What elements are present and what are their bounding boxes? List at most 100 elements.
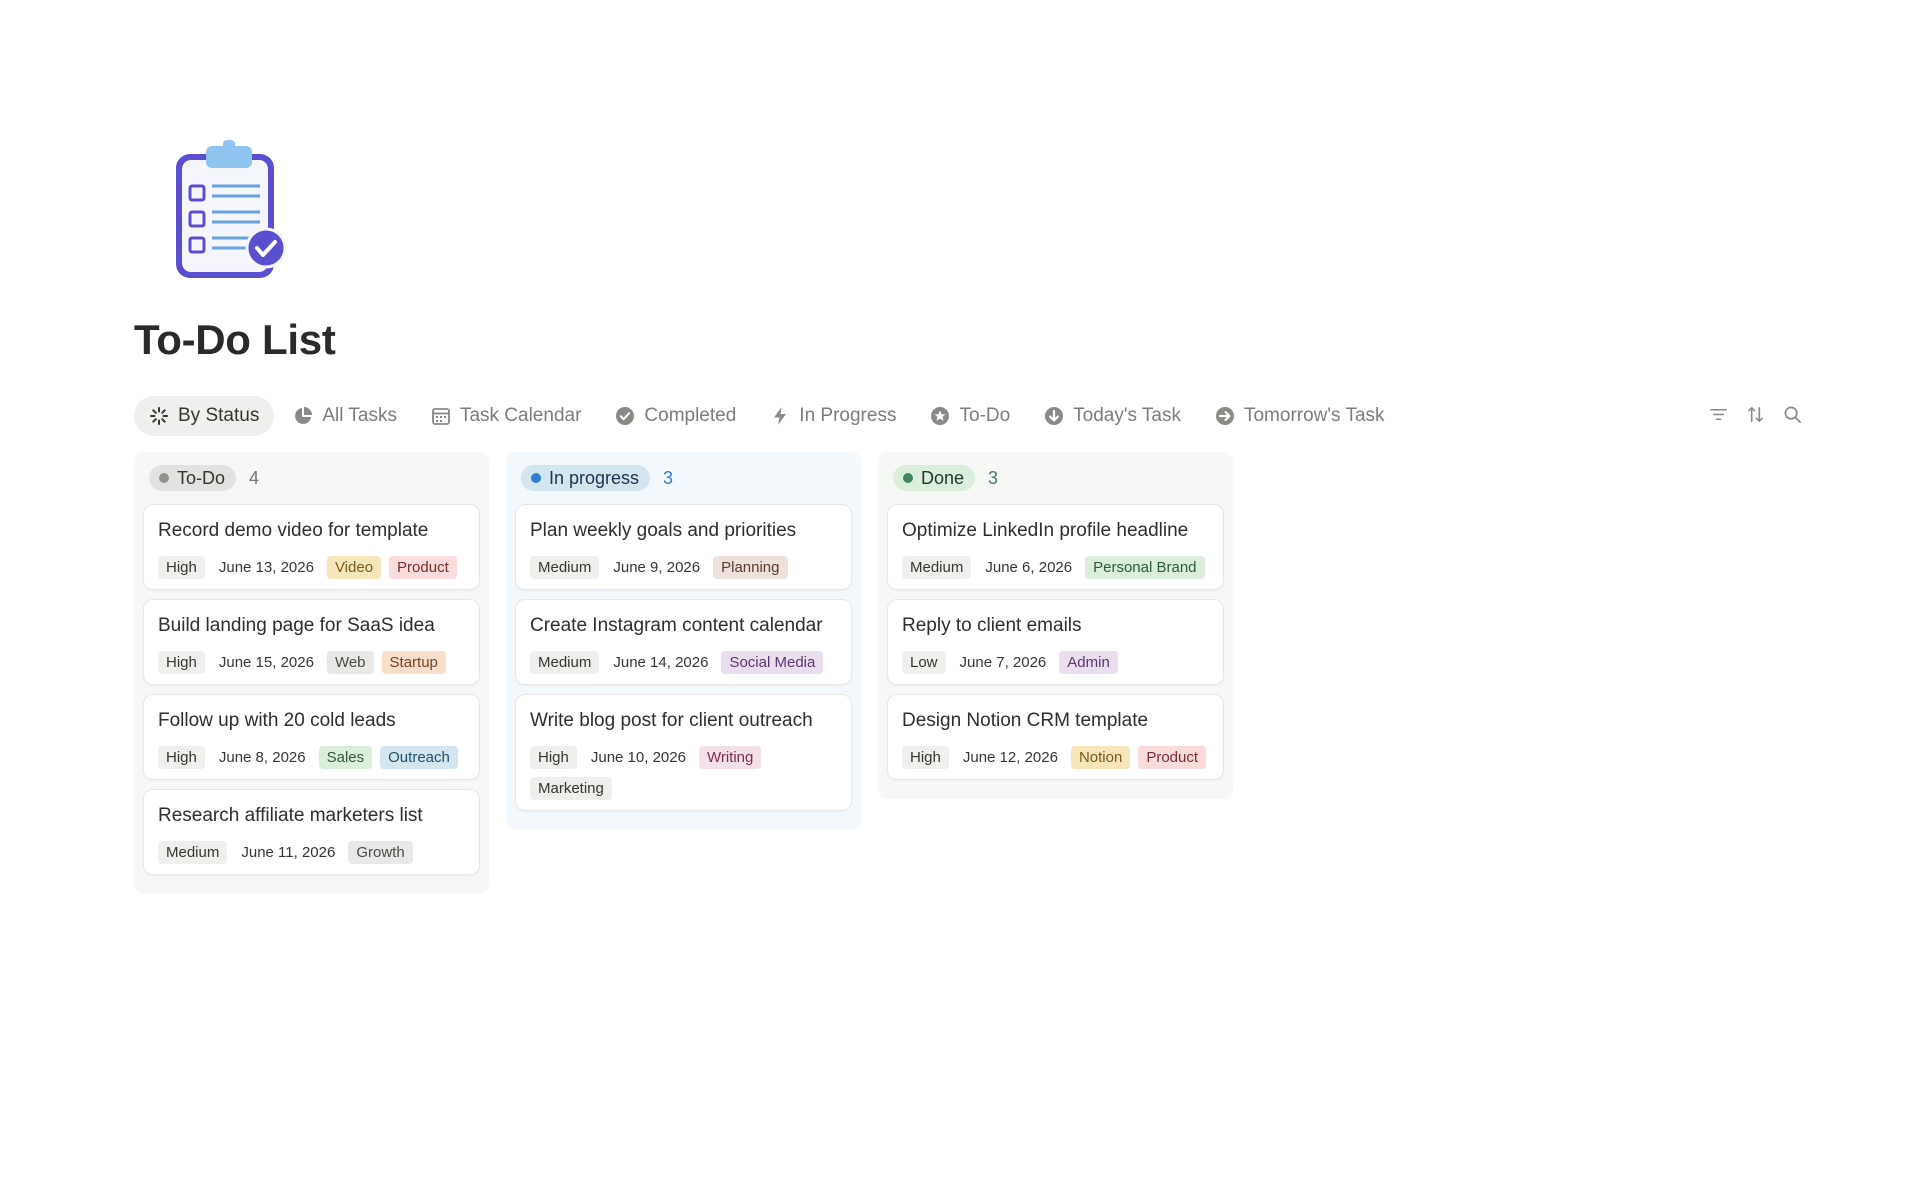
- calendar-icon: [432, 408, 450, 425]
- lightning-bolt-icon: [774, 407, 787, 425]
- tab-task-calendar[interactable]: Task Calendar: [416, 396, 596, 436]
- sort-icon[interactable]: [1746, 405, 1765, 424]
- status-dot: [159, 473, 169, 483]
- tag-badge: Marketing: [530, 777, 612, 800]
- card-list: Record demo video for template High June 1…: [143, 504, 480, 875]
- column-count: 3: [988, 467, 999, 488]
- priority-badge: Medium: [158, 841, 228, 864]
- column-title: In progress: [549, 467, 640, 488]
- tag-badge: Product: [1138, 746, 1207, 769]
- arrow-down-circle-icon: [1045, 407, 1064, 425]
- tag-badge: Startup: [381, 651, 446, 674]
- tag-badge: Sales: [318, 746, 373, 769]
- tag-badge: Outreach: [380, 746, 458, 769]
- task-title: Write blog post for client outreach: [530, 710, 813, 731]
- view-tools: [1709, 405, 1802, 424]
- task-properties: High June 10, 2026 Writing Marketing: [530, 746, 837, 800]
- loading-spinner-icon: [150, 407, 168, 425]
- status-badge[interactable]: Done: [893, 465, 976, 491]
- task-properties: High June 13, 2026 Video Product: [158, 556, 465, 579]
- task-card[interactable]: Build landing page for SaaS idea High June…: [143, 599, 480, 685]
- kanban-board: To-Do 4 Record demo video for template Hi…: [134, 452, 1233, 894]
- task-card[interactable]: Reply to client emails Low June 7, 2026 Adm…: [887, 599, 1224, 685]
- task-title: Design Notion CRM template: [902, 710, 1149, 731]
- tab-completed[interactable]: Completed: [600, 396, 751, 436]
- tab-todays-task[interactable]: Today's Task: [1029, 396, 1196, 436]
- tag-badge: Notion: [1070, 746, 1131, 769]
- task-title: Reply to client emails: [902, 615, 1082, 636]
- tab-label: Tomorrow's Task: [1243, 405, 1385, 426]
- task-card[interactable]: Design Notion CRM template High June 12, 2…: [887, 694, 1224, 780]
- tab-to-do[interactable]: To-Do: [915, 396, 1025, 436]
- status-badge[interactable]: In progress: [521, 465, 651, 491]
- card-list: Plan weekly goals and priorities Medium Ju…: [515, 504, 852, 811]
- task-properties: Medium June 6, 2026 Personal Brand: [902, 556, 1209, 579]
- column-done: Done 3 Optimize LinkedIn profile headlin…: [878, 452, 1233, 799]
- tab-label: Task Calendar: [459, 405, 582, 426]
- arrow-right-circle-icon: [1215, 407, 1234, 425]
- column-title: Done: [921, 467, 965, 488]
- column-count: 3: [663, 467, 674, 488]
- status-dot: [531, 473, 541, 483]
- task-properties: High June 15, 2026 Web Startup: [158, 651, 465, 674]
- star-circle-icon: [931, 407, 950, 425]
- due-date: June 8, 2026: [218, 749, 306, 766]
- due-date: June 14, 2026: [613, 654, 709, 671]
- priority-badge: High: [902, 746, 949, 769]
- priority-badge: High: [530, 746, 577, 769]
- task-card[interactable]: Follow up with 20 cold leads High June 8, …: [143, 694, 480, 780]
- tag-badge: Social Media: [721, 651, 824, 674]
- column-in-progress: In progress 3 Plan weekly goals and prio…: [506, 452, 861, 830]
- priority-badge: High: [158, 651, 205, 674]
- tab-tomorrows-task[interactable]: Tomorrow's Task: [1200, 396, 1400, 436]
- tab-label: In Progress: [799, 405, 897, 426]
- tag-badge: Product: [389, 556, 457, 579]
- task-properties: Medium June 11, 2026 Growth: [158, 841, 465, 864]
- due-date: June 9, 2026: [613, 559, 701, 576]
- tag-badge: Writing: [698, 746, 762, 769]
- priority-badge: High: [158, 746, 205, 769]
- due-date: June 13, 2026: [218, 559, 314, 576]
- tab-label: Today's Task: [1073, 405, 1181, 426]
- priority-badge: Low: [902, 651, 946, 674]
- task-card[interactable]: Record demo video for template High June 1…: [143, 504, 480, 590]
- tag-badge: Planning: [713, 556, 788, 579]
- clipboard-checklist-icon: [168, 140, 292, 284]
- search-icon[interactable]: [1783, 405, 1802, 424]
- status-dot: [903, 473, 913, 483]
- column-header: In progress 3: [521, 464, 852, 492]
- tag-badge: Video: [326, 556, 382, 579]
- column-header: To-Do 4: [149, 464, 480, 492]
- column-title: To-Do: [177, 467, 226, 488]
- column-header: Done 3: [893, 464, 1224, 492]
- status-badge[interactable]: To-Do: [149, 465, 237, 491]
- tag-badge: Growth: [348, 841, 413, 864]
- view-tabs: By Status All Tasks Task Calendar Comple…: [134, 395, 1404, 437]
- task-card[interactable]: Plan weekly goals and priorities Medium Ju…: [515, 504, 852, 590]
- tab-in-progress[interactable]: In Progress: [755, 396, 911, 436]
- tab-by-status[interactable]: By Status: [134, 396, 275, 436]
- pie-chart-icon: [295, 407, 313, 424]
- task-title: Research affiliate marketers list: [158, 805, 423, 826]
- tab-all-tasks[interactable]: All Tasks: [278, 396, 412, 436]
- tab-label: To-Do: [959, 405, 1011, 426]
- task-properties: Low June 7, 2026 Admin: [902, 651, 1209, 674]
- task-title: Create Instagram content calendar: [530, 615, 823, 636]
- tab-label: By Status: [178, 405, 260, 426]
- task-card[interactable]: Create Instagram content calendar Medium J…: [515, 599, 852, 685]
- task-title: Build landing page for SaaS idea: [158, 615, 435, 636]
- tag-badge: Admin: [1059, 651, 1118, 674]
- tag-badge: Personal Brand: [1085, 556, 1205, 579]
- task-card[interactable]: Research affiliate marketers list Medium J…: [143, 789, 480, 875]
- priority-badge: Medium: [530, 651, 600, 674]
- task-title: Plan weekly goals and priorities: [530, 520, 797, 541]
- task-properties: Medium June 9, 2026 Planning: [530, 556, 837, 579]
- due-date: June 12, 2026: [962, 749, 1058, 766]
- due-date: June 10, 2026: [590, 749, 686, 766]
- check-circle-icon: [616, 407, 635, 425]
- priority-badge: High: [158, 556, 205, 579]
- filter-icon[interactable]: [1709, 405, 1728, 424]
- task-properties: High June 8, 2026 Sales Outreach: [158, 746, 465, 769]
- task-card[interactable]: Write blog post for client outreach High J…: [515, 694, 852, 811]
- task-card[interactable]: Optimize LinkedIn profile headline Medium…: [887, 504, 1224, 590]
